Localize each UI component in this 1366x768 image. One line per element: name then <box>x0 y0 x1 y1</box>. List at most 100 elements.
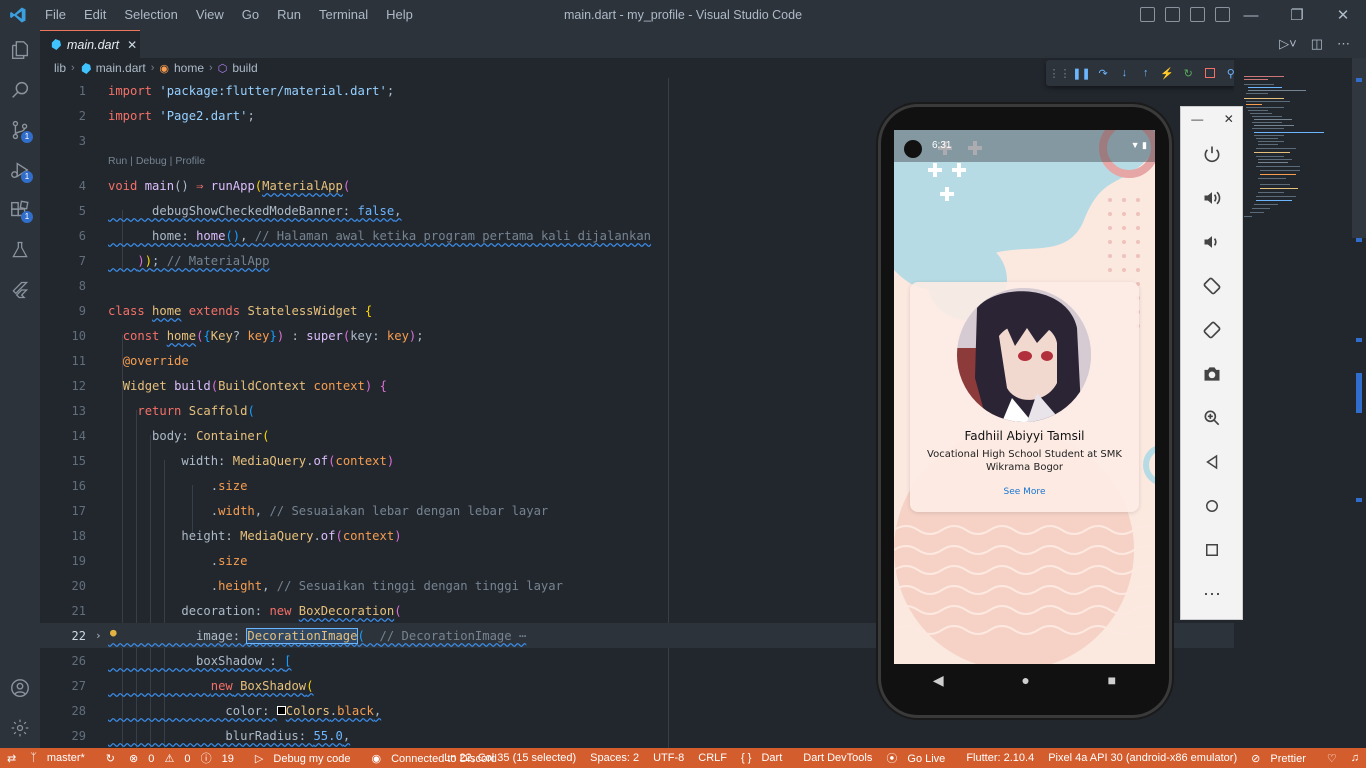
home-circle-icon[interactable] <box>1195 489 1229 523</box>
profile-name: Fadhiil Abiyyi Tamsil <box>964 429 1085 443</box>
extensions-icon[interactable]: 1 <box>0 190 40 230</box>
tab-bar: main.dart ✕ ▷˅ ◫ ⋯ <box>40 30 1366 58</box>
tab-main-dart[interactable]: main.dart ✕ <box>40 30 140 58</box>
tab-label: main.dart <box>67 37 120 52</box>
breadcrumb-folder[interactable]: lib <box>54 61 66 75</box>
source-control-badge: 1 <box>21 131 33 143</box>
menu-go[interactable]: Go <box>233 0 268 30</box>
step-into-icon[interactable]: ↓ <box>1117 66 1131 81</box>
dart-file-icon <box>81 62 91 74</box>
emulator-close-icon[interactable]: ✕ <box>1224 112 1234 126</box>
flutter-version[interactable]: Flutter: 2.10.4 <box>959 752 1041 764</box>
menu-view[interactable]: View <box>187 0 233 30</box>
close-window-icon[interactable]: ✕ <box>1320 0 1366 30</box>
window-controls: — ❐ ✕ <box>1228 0 1366 30</box>
toggle-secondary-sidebar-icon[interactable] <box>1190 7 1205 22</box>
fold-chevron-icon[interactable]: › <box>95 629 102 642</box>
notifications-bell-icon[interactable]: ♫ <box>1344 752 1366 764</box>
chevron-right-icon: › <box>71 62 75 74</box>
split-editor-icon[interactable]: ◫ <box>1311 36 1323 52</box>
profile-description: Vocational High School Student at SMK Wi… <box>927 449 1122 473</box>
language-mode[interactable]: { } Dart <box>734 752 796 764</box>
minimize-icon[interactable]: — <box>1228 0 1274 30</box>
more-options-icon[interactable]: ⋯ <box>1195 577 1229 611</box>
prettier[interactable]: ⊘ Prettier <box>1244 752 1320 765</box>
hot-reload-icon[interactable]: ⚡ <box>1160 66 1174 81</box>
emulator-minimize-icon[interactable]: — <box>1191 112 1203 126</box>
flutter-icon[interactable] <box>0 270 40 310</box>
power-icon[interactable] <box>1195 137 1229 171</box>
device-selector[interactable]: Pixel 4a API 30 (android-x86 emulator) <box>1041 752 1244 764</box>
indentation[interactable]: Spaces: 2 <box>583 752 646 764</box>
menu-help[interactable]: Help <box>377 0 422 30</box>
debug-config[interactable]: ▷ Debug my code <box>248 752 365 765</box>
breadcrumb-method[interactable]: build <box>232 61 257 75</box>
step-over-icon[interactable]: ↷ <box>1096 66 1110 81</box>
menu-edit[interactable]: Edit <box>75 0 115 30</box>
emulator-window-controls: — ✕ <box>1181 107 1244 131</box>
minimap[interactable] <box>1234 58 1352 748</box>
screenshot-camera-icon[interactable] <box>1195 357 1229 391</box>
source-control-icon[interactable]: 1 <box>0 110 40 150</box>
menu-file[interactable]: File <box>36 0 75 30</box>
dart-file-icon <box>51 39 61 50</box>
breadcrumb-class[interactable]: home <box>174 61 204 75</box>
feedback-icon[interactable]: ♡ <box>1320 752 1344 765</box>
rotate-left-icon[interactable] <box>1195 269 1229 303</box>
account-icon[interactable] <box>0 668 40 708</box>
run-debug-icon[interactable]: 1 <box>0 150 40 190</box>
tab-close-icon[interactable]: ✕ <box>127 38 137 52</box>
emulator-screen[interactable]: 6:31 ▼ ▮ Fadhiil Abiyyi Tamsil Vocationa… <box>894 130 1155 664</box>
extensions-badge: 1 <box>21 211 33 223</box>
drag-handle-icon[interactable]: ⋮⋮ <box>1049 66 1071 81</box>
volume-up-icon[interactable] <box>1195 181 1229 215</box>
search-icon[interactable] <box>0 70 40 110</box>
explorer-icon[interactable] <box>0 30 40 70</box>
profile-avatar <box>957 288 1091 422</box>
wifi-battery-icon: ▼ ▮ <box>1130 140 1147 150</box>
camera-cutout <box>904 140 922 158</box>
see-more-button[interactable]: See More <box>910 487 1139 497</box>
menu-terminal[interactable]: Terminal <box>310 0 377 30</box>
menu-run[interactable]: Run <box>268 0 310 30</box>
layout-controls <box>1140 7 1230 22</box>
android-status-bar: 6:31 ▼ ▮ <box>894 130 1155 162</box>
volume-down-icon[interactable] <box>1195 225 1229 259</box>
method-symbol-icon: ⬡ <box>217 62 228 75</box>
vertical-scrollbar[interactable] <box>1352 58 1366 748</box>
testing-icon[interactable] <box>0 230 40 270</box>
more-actions-icon[interactable]: ⋯ <box>1337 36 1350 52</box>
restart-icon[interactable]: ↻ <box>1181 66 1195 81</box>
pause-icon[interactable]: ❚❚ <box>1072 66 1090 81</box>
stop-icon[interactable] <box>1202 66 1216 81</box>
menu-selection[interactable]: Selection <box>115 0 186 30</box>
remote-icon[interactable]: ⇄ <box>0 752 23 765</box>
toggle-panel-icon[interactable] <box>1165 7 1180 22</box>
breadcrumb-file[interactable]: main.dart <box>96 61 146 75</box>
git-branch[interactable]: ᛉ master* <box>23 752 99 764</box>
overview-square-icon[interactable] <box>1195 533 1229 567</box>
zoom-icon[interactable] <box>1195 401 1229 435</box>
nav-home-icon[interactable]: ● <box>1021 672 1029 688</box>
toggle-sidebar-icon[interactable] <box>1140 7 1155 22</box>
sync-icon[interactable]: ↻ <box>99 752 122 765</box>
go-live[interactable]: ⦿ Go Live <box>879 750 959 766</box>
nav-back-icon[interactable]: ◀ <box>933 672 944 689</box>
menu-bar: File Edit Selection View Go Run Terminal… <box>36 0 422 30</box>
activity-bar: 1 1 1 <box>0 30 40 748</box>
chevron-right-icon: › <box>150 62 155 74</box>
rotate-right-icon[interactable] <box>1195 313 1229 347</box>
dart-devtools[interactable]: Dart DevTools <box>796 752 879 764</box>
back-triangle-icon[interactable] <box>1195 445 1229 479</box>
problems-indicator[interactable]: ⊗ 0 ⚠ 0 ⓘ 19 <box>122 750 248 766</box>
run-debug-dropdown-icon[interactable]: ▷˅ <box>1279 36 1297 52</box>
end-of-line[interactable]: CRLF <box>691 752 734 764</box>
profile-card: Fadhiil Abiyyi Tamsil Vocational High Sc… <box>910 282 1139 512</box>
step-out-icon[interactable]: ↑ <box>1139 66 1153 81</box>
cursor-position[interactable]: Ln 22, Col 35 (15 selected) <box>437 752 583 764</box>
vscode-logo-icon <box>0 0 36 30</box>
nav-recents-icon[interactable]: ■ <box>1108 672 1116 688</box>
restore-icon[interactable]: ❐ <box>1274 0 1320 30</box>
file-encoding[interactable]: UTF-8 <box>646 752 691 764</box>
manage-gear-icon[interactable] <box>0 708 40 748</box>
